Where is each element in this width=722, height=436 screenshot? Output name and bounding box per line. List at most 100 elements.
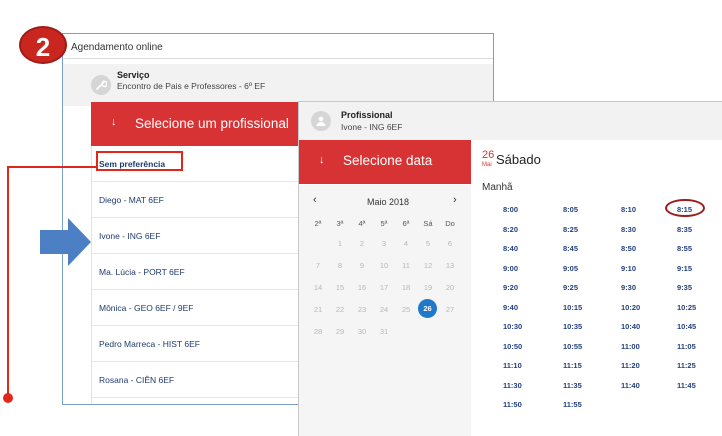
calendar-day: 12 [423,261,433,270]
time-slot[interactable]: 11:30 [503,381,522,390]
service-value: Encontro de Pais e Professores - 6º EF [117,81,266,91]
period-label: Manhã [482,182,513,193]
calendar-day: 23 [357,305,367,314]
time-slot[interactable]: 9:30 [621,283,636,292]
professional-name: Rosana - CIÊN 6EF [99,375,175,385]
time-slot[interactable]: 10:20 [621,303,640,312]
time-slot[interactable]: 9:10 [621,264,636,273]
time-slot[interactable]: 10:30 [503,322,522,331]
list-item[interactable]: Diego - MAT 6EF [92,182,299,218]
time-slot[interactable]: 9:35 [677,283,692,292]
time-slot[interactable]: 11:20 [621,361,640,370]
weekday-label: Do [445,219,455,228]
connector-dot [3,393,13,403]
time-slot[interactable]: 10:40 [621,322,640,331]
calendar-day: 6 [447,239,453,248]
professional-name: Mônica - GEO 6EF / 9EF [99,303,194,313]
list-item[interactable]: Ivone - ING 6EF [92,218,299,254]
time-slot[interactable]: 11:50 [503,400,522,409]
time-slot[interactable]: 10:15 [563,303,582,312]
time-slot[interactable]: 11:45 [677,381,696,390]
time-slot[interactable]: 8:20 [503,225,518,234]
time-slot[interactable]: 8:30 [621,225,636,234]
time-slot[interactable]: 9:00 [503,264,518,273]
time-slot[interactable]: 9:15 [677,264,692,273]
calendar-day: 4 [403,239,409,248]
time-slot[interactable]: 11:15 [563,361,582,370]
time-slot[interactable]: 10:45 [677,322,696,331]
connector-line-vertical [7,166,9,398]
calendar-month: Maio 2018 [367,197,410,207]
time-slot[interactable]: 8:05 [563,205,578,214]
time-slot[interactable]: 8:10 [621,205,636,214]
arrow-down-icon: ↓ [319,154,325,166]
time-slot[interactable]: 10:25 [677,303,696,312]
time-slot[interactable]: 11:05 [677,342,696,351]
calendar-day: 8 [337,261,343,270]
calendar-day: 9 [359,261,365,270]
time-slot[interactable]: 8:55 [677,244,692,253]
time-slot[interactable]: 8:45 [563,244,578,253]
calendar-day: 10 [379,261,389,270]
weekday-label: Sá [423,219,433,228]
person-icon [311,111,331,131]
list-item[interactable]: Mônica - GEO 6EF / 9EF [92,290,299,326]
time-slot[interactable]: 9:25 [563,283,578,292]
highlight-box-annotation [96,151,183,171]
service-summary[interactable]: Serviço Encontro de Pais e Professores -… [63,64,493,106]
time-slot[interactable]: 11:40 [621,381,640,390]
selected-professional-summary[interactable]: Profissional Ivone - ING 6EF [299,102,722,140]
time-slot[interactable]: 11:55 [563,400,582,409]
select-professional-header[interactable]: ↓ Selecione um profissional [91,102,298,146]
chevron-left-icon[interactable]: ‹ [313,194,317,206]
time-slot[interactable]: 10:35 [563,322,582,331]
time-slot[interactable]: 8:00 [503,205,518,214]
calendar-day: 27 [445,305,455,314]
list-item[interactable]: Rosana - CIÊN 6EF [92,362,299,398]
title-divider [63,58,493,59]
calendar-day: 16 [357,283,367,292]
calendar-day: 3 [381,239,387,248]
block-arrow-right-icon [40,218,91,266]
calendar-day-selected[interactable]: 26 [418,299,437,318]
professional-name: Ivone - ING 6EF [99,231,161,241]
time-slot[interactable]: 11:00 [621,342,640,351]
time-slot[interactable]: 11:25 [677,361,696,370]
time-slot[interactable]: 11:10 [503,361,522,370]
calendar-day: 17 [379,283,389,292]
time-slot[interactable]: 8:35 [677,225,692,234]
calendar-day: 31 [379,327,389,336]
calendar-day: 21 [313,305,323,314]
select-date-header[interactable]: ↓ Selecione data [299,140,471,184]
professional-name: Pedro Marreca - HIST 6EF [99,339,200,349]
time-slot[interactable]: 9:20 [503,283,518,292]
time-slot[interactable]: 8:25 [563,225,578,234]
calendar-day: 15 [335,283,345,292]
time-slot[interactable]: 8:50 [621,244,636,253]
weekday-name: Sábado [496,152,541,167]
time-slot[interactable]: 8:40 [503,244,518,253]
connector-line-horizontal [7,166,96,168]
calendar-day: 25 [401,305,411,314]
time-slot[interactable]: 10:55 [563,342,582,351]
chevron-right-icon[interactable]: › [453,194,457,206]
list-item[interactable]: Pedro Marreca - HIST 6EF [92,326,299,362]
calendar-day: 19 [423,283,433,292]
time-slot[interactable]: 10:50 [503,342,522,351]
calendar-day: 24 [379,305,389,314]
time-slot[interactable]: 9:05 [563,264,578,273]
screenshot-stage: Agendamento online Serviço Encontro de P… [0,0,722,436]
step-number: 2 [35,32,51,62]
professional-list: Sem preferência Diego - MAT 6EF Ivone - … [91,146,299,404]
window-title: Agendamento online [71,42,163,53]
weekday-label: 5ª [380,219,388,228]
weekday-label: 2ª [314,219,322,228]
calendar-day: 7 [315,261,321,270]
time-slot[interactable]: 9:40 [503,303,518,312]
calendar-day: 5 [425,239,431,248]
list-item[interactable]: Ma. Lúcia - PORT 6EF [92,254,299,290]
time-slot[interactable]: 11:35 [563,381,582,390]
calendar-day: 30 [357,327,367,336]
calendar-day: 11 [402,261,410,270]
calendar-day: 22 [335,305,345,314]
